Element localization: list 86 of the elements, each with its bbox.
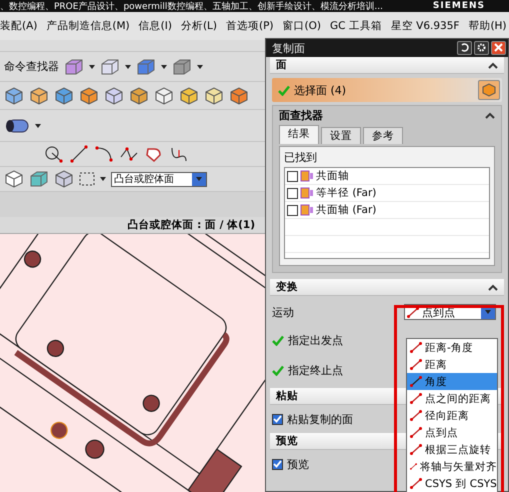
point-label: 指定出发点	[288, 333, 343, 348]
dropdown-option[interactable]: 角度	[407, 373, 497, 390]
reset-button[interactable]	[457, 40, 472, 55]
arc-icon[interactable]	[94, 145, 114, 163]
caret-icon[interactable]	[125, 64, 131, 68]
cube-icon[interactable]	[4, 86, 24, 104]
motion-label: 运动	[272, 304, 294, 320]
select-rect-icon[interactable]	[79, 172, 95, 186]
line-icon	[410, 461, 417, 472]
cube-icon[interactable]	[154, 86, 174, 104]
menu-item[interactable]: 信息(I)	[138, 19, 172, 33]
cube-icon[interactable]	[179, 86, 199, 104]
checkbox[interactable]	[287, 204, 298, 216]
line-icon	[410, 393, 422, 404]
face-icon	[300, 170, 314, 182]
polyline-icon[interactable]	[119, 145, 139, 163]
menu-item[interactable]: GC 工具箱	[330, 19, 382, 33]
line-icon	[410, 376, 422, 387]
menu-item[interactable]: 产品制造信息(M)	[46, 19, 130, 33]
finder-title: 面查找器	[279, 108, 323, 123]
tab[interactable]: 参考	[363, 127, 403, 144]
line-icon	[410, 342, 422, 353]
point-label: 指定终止点	[288, 363, 343, 378]
menu-item[interactable]: 星空 V6.935F	[390, 19, 460, 33]
cube-icon[interactable]	[79, 86, 99, 104]
chevron-icon[interactable]	[488, 284, 498, 290]
checkbox-label: 预览	[287, 456, 309, 472]
section-header[interactable]: 变换	[270, 279, 504, 296]
gear-icon	[477, 43, 486, 52]
result-label[interactable]: 共面轴 (Far)	[316, 203, 376, 217]
section-header[interactable]: 面	[270, 57, 504, 74]
circle-icon[interactable]	[44, 145, 64, 163]
checkbox-label: 粘贴复制的面	[287, 412, 353, 426]
cube-icon[interactable]	[204, 86, 224, 104]
tab[interactable]: 结果	[279, 125, 319, 144]
chevron-icon[interactable]	[488, 62, 498, 68]
face-button[interactable]	[478, 80, 500, 100]
close-button[interactable]	[491, 40, 506, 55]
tube-icon[interactable]	[4, 118, 30, 134]
menu-item[interactable]: 分析(L)	[180, 19, 217, 33]
result-label[interactable]: 等半径 (Far)	[316, 186, 376, 200]
cube-icon[interactable]	[54, 170, 74, 188]
cube-icon[interactable]	[4, 170, 24, 188]
menu-item[interactable]: 装配(A)	[0, 19, 38, 33]
select-face-label: 选择面 (4)	[294, 82, 346, 98]
settings-button[interactable]	[474, 40, 489, 55]
face-icon	[300, 187, 314, 199]
selection-filter[interactable]: 凸台或腔体面	[111, 172, 207, 186]
caret-icon[interactable]	[100, 177, 106, 181]
cube-icon[interactable]	[229, 86, 249, 104]
line-icon	[410, 444, 422, 455]
checkbox[interactable]	[272, 414, 283, 424]
menu-item[interactable]: 首选项(P)	[226, 19, 274, 33]
line-icon	[407, 306, 419, 318]
dialog-title: 复制面	[272, 40, 305, 56]
dropdown-option[interactable]: CSYS 到 CSYS	[407, 475, 497, 492]
menu-item[interactable]: 窗口(O)	[282, 19, 321, 33]
result-label[interactable]: 共面轴	[316, 169, 349, 183]
line-icon	[410, 427, 422, 438]
brand-logo: SIEMENS	[432, 1, 485, 11]
cube-icon[interactable]	[104, 86, 124, 104]
tab[interactable]: 设置	[321, 127, 361, 144]
line-icon[interactable]	[69, 145, 89, 163]
found-label: 已找到	[284, 150, 318, 165]
caret-icon[interactable]	[197, 64, 203, 68]
select-face-row[interactable]: 选择面 (4)	[272, 78, 502, 102]
menu-item[interactable]: 帮助(H)	[468, 19, 507, 33]
chevron-icon[interactable]	[485, 112, 495, 119]
caret-icon[interactable]	[161, 64, 167, 68]
caret-icon[interactable]	[35, 124, 41, 128]
line-icon	[410, 478, 422, 489]
checkbox[interactable]	[272, 458, 283, 470]
caret-icon[interactable]	[89, 64, 95, 68]
checkbox[interactable]	[287, 170, 298, 182]
reset-icon	[460, 43, 469, 52]
checkbox[interactable]	[287, 188, 298, 198]
face-icon	[300, 204, 314, 216]
curve-icon[interactable]	[169, 145, 189, 163]
cube-icon[interactable]	[54, 86, 74, 104]
line-icon	[410, 410, 422, 421]
line-icon	[410, 359, 422, 370]
window-title: 、数控编程、PROE产品设计、powermill数控编程、五轴加工、创新手绘设计、模流分析培训...	[0, 0, 383, 12]
command-finder[interactable]: 命令查找器	[4, 59, 59, 74]
cube-icon[interactable]	[29, 86, 49, 104]
cube-icon[interactable]	[129, 86, 149, 104]
view-header: 凸台或腔体面 : 面 / 体(1)	[0, 217, 265, 234]
